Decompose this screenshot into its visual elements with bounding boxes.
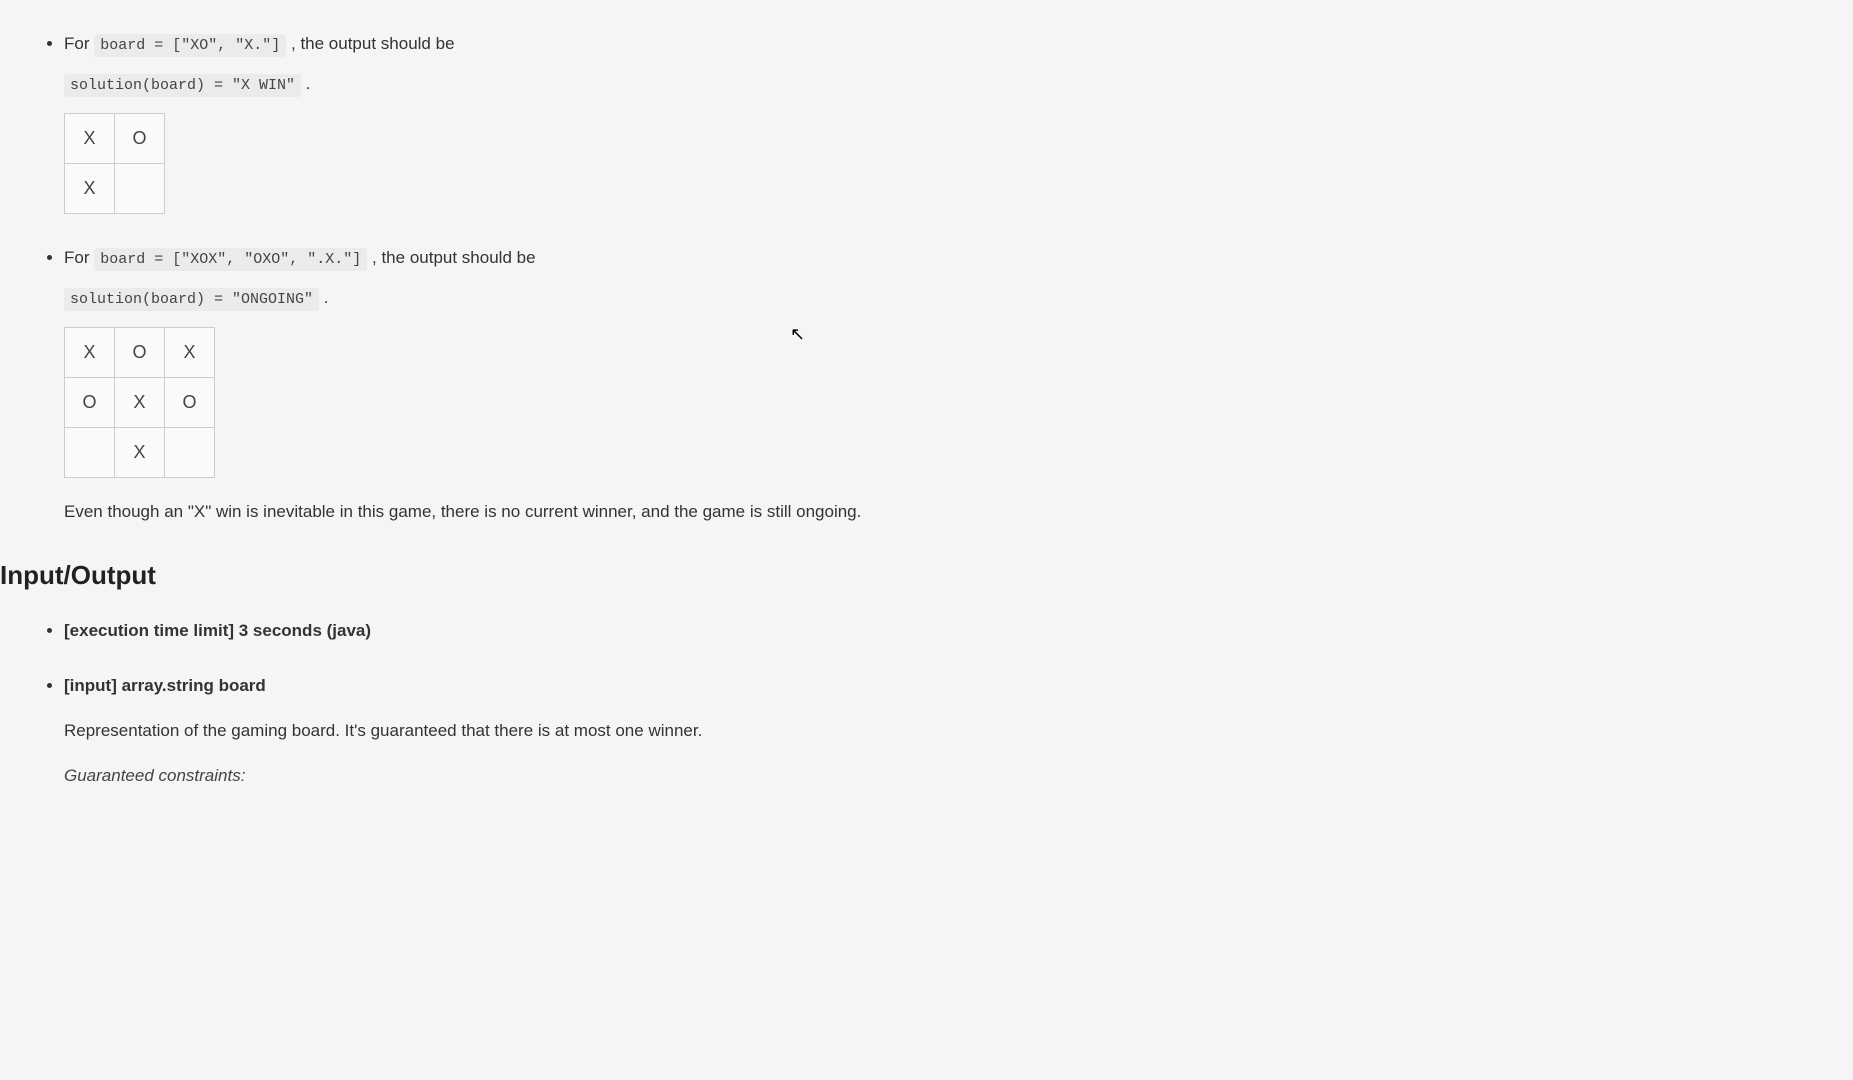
- code-board-1: board = ["XO", "X."]: [94, 34, 286, 57]
- table-row: X O X: [65, 328, 215, 378]
- io-input: [input] array.string board Representatio…: [64, 672, 1440, 790]
- period: .: [306, 74, 311, 93]
- board-grid-1: X O X: [64, 113, 165, 214]
- io-constraints-label: Guaranteed constraints:: [64, 762, 1440, 789]
- example-2: For board = ["XOX", "OXO", ".X."] , the …: [64, 244, 1440, 525]
- board-cell: X: [65, 164, 115, 214]
- io-time-limit: [execution time limit] 3 seconds (java): [64, 617, 1440, 644]
- example-2-solution-line: solution(board) = "ONGOING" .: [64, 284, 1440, 312]
- example-1-solution-line: solution(board) = "X WIN" .: [64, 70, 1440, 98]
- table-row: X: [65, 164, 165, 214]
- board-cell: X: [165, 328, 215, 378]
- board-cell: [165, 428, 215, 478]
- examples-list: For board = ["XO", "X."] , the output sh…: [40, 30, 1440, 525]
- io-heading: Input/Output: [0, 555, 1440, 597]
- board-cell: X: [115, 428, 165, 478]
- text-for: For: [64, 34, 94, 53]
- table-row: O X O: [65, 378, 215, 428]
- board-cell: O: [115, 328, 165, 378]
- io-input-description: Representation of the gaming board. It's…: [64, 717, 1440, 744]
- board-cell: X: [65, 114, 115, 164]
- board-cell: [65, 428, 115, 478]
- io-list: [execution time limit] 3 seconds (java) …: [40, 617, 1440, 790]
- text-for: For: [64, 248, 94, 267]
- board-cell: O: [65, 378, 115, 428]
- problem-description: For board = ["XO", "X."] , the output sh…: [40, 30, 1440, 790]
- table-row: X: [65, 428, 215, 478]
- text-output-should-be: , the output should be: [372, 248, 536, 267]
- example-2-explanation: Even though an "X" win is inevitable in …: [64, 498, 1440, 525]
- code-solution-2: solution(board) = "ONGOING": [64, 288, 319, 311]
- code-solution-1: solution(board) = "X WIN": [64, 74, 301, 97]
- board-grid-2: X O X O X O X: [64, 327, 215, 478]
- example-1-input-line: For board = ["XO", "X."] , the output sh…: [64, 30, 1440, 58]
- board-cell: O: [115, 114, 165, 164]
- io-time-limit-text: [execution time limit] 3 seconds (java): [64, 621, 371, 640]
- board-cell: [115, 164, 165, 214]
- table-row: X O: [65, 114, 165, 164]
- board-cell: X: [115, 378, 165, 428]
- period: .: [324, 288, 329, 307]
- board-cell: O: [165, 378, 215, 428]
- io-input-label: [input] array.string board: [64, 676, 266, 695]
- example-1: For board = ["XO", "X."] , the output sh…: [64, 30, 1440, 214]
- board-cell: X: [65, 328, 115, 378]
- text-output-should-be: , the output should be: [291, 34, 455, 53]
- code-board-2: board = ["XOX", "OXO", ".X."]: [94, 248, 367, 271]
- example-2-input-line: For board = ["XOX", "OXO", ".X."] , the …: [64, 244, 1440, 272]
